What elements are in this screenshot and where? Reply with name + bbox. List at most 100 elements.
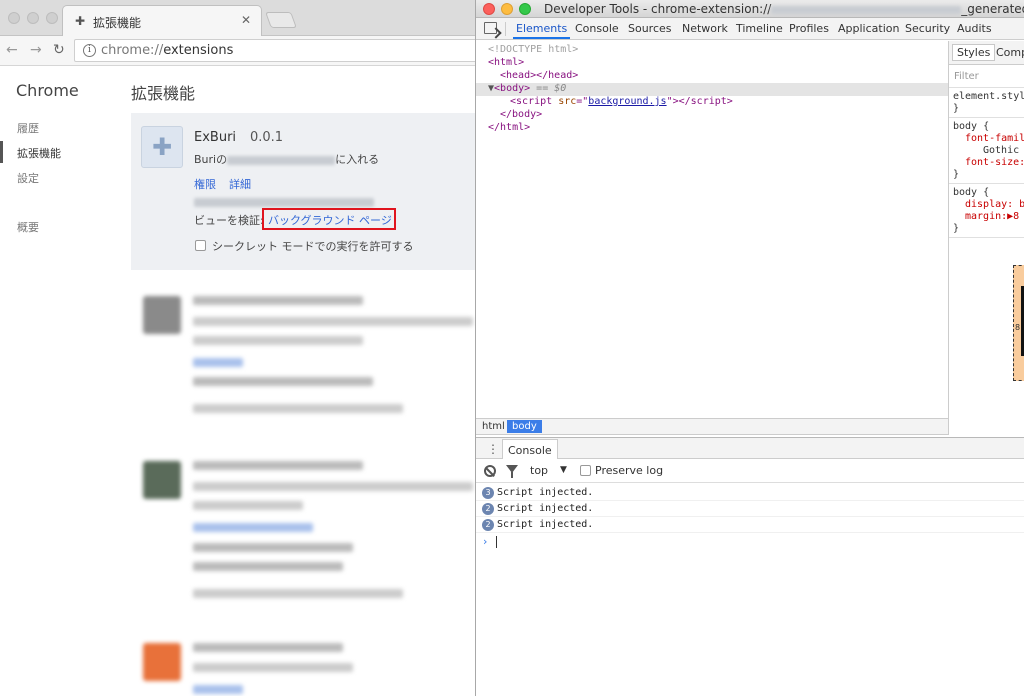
devtools-title: Developer Tools - chrome-extension://_ge…	[544, 2, 1024, 16]
tab-extensions[interactable]: ✚ 拡張機能 ✕	[62, 5, 262, 36]
blurred-extension-1	[131, 290, 475, 420]
sidebar-item-about[interactable]: 概要	[17, 219, 39, 235]
new-tab-button[interactable]	[265, 12, 297, 28]
css-property[interactable]: font-size:	[965, 157, 1024, 168]
info-icon[interactable]: i	[83, 44, 96, 57]
body-close-node: </body>	[500, 109, 543, 120]
extension-version: 0.0.1	[250, 130, 284, 145]
tab-console[interactable]: Console	[575, 22, 619, 35]
console-message: 2 Script injected.	[476, 517, 1024, 533]
text-caret	[496, 536, 497, 548]
back-arrow-icon[interactable]: ←	[6, 42, 18, 58]
box-model-diagram: 8	[1013, 265, 1024, 381]
repeat-count-badge: 3	[482, 487, 494, 499]
tab-strip: ✚ 拡張機能 ✕	[0, 0, 475, 36]
repeat-count-badge: 2	[482, 503, 494, 515]
repeat-count-badge: 2	[482, 519, 494, 531]
tab-network[interactable]: Network	[682, 22, 728, 35]
puzzle-icon: ✚	[141, 126, 183, 168]
divider	[505, 22, 506, 36]
url-text: chrome://extensions	[101, 43, 234, 58]
breadcrumb: html body	[476, 418, 948, 435]
console-message: 3 Script injected.	[476, 485, 1024, 501]
blurred-extension-2	[131, 455, 475, 605]
chevron-down-icon[interactable]: ▼	[560, 465, 567, 475]
minimize-window-button[interactable]	[501, 3, 513, 15]
styles-panel: Styles Comp Filter element.style } body …	[948, 41, 1024, 435]
preserve-log-checkbox[interactable]	[580, 465, 591, 476]
inspect-views-label: ビューを検証:	[194, 214, 264, 227]
breadcrumb-html[interactable]: html	[477, 420, 510, 433]
tab-profiles[interactable]: Profiles	[789, 22, 829, 35]
css-property[interactable]: font-famil	[965, 133, 1024, 144]
sidebar-active-indicator	[0, 141, 3, 163]
styles-filter-input[interactable]: Filter	[954, 71, 979, 82]
background-js-link[interactable]: background.js	[588, 96, 666, 107]
permissions-link[interactable]: 権限	[194, 176, 216, 192]
sidebar-item-settings[interactable]: 設定	[17, 170, 39, 186]
more-options-icon[interactable]: ⋮	[487, 442, 499, 456]
blurred-extension-3	[131, 637, 475, 696]
chrome-window: ✚ 拡張機能 ✕ ← → ↻ i chrome://extensions Chr…	[0, 0, 475, 696]
tab-security[interactable]: Security	[905, 22, 950, 35]
script-node[interactable]: <script src="background.js"></script>	[510, 96, 733, 107]
doctype-node[interactable]: <!DOCTYPE html>	[488, 44, 578, 55]
page-title: 拡張機能	[131, 84, 196, 103]
console-message-text: Script injected.	[497, 503, 594, 514]
console-input[interactable]: ›	[476, 534, 1024, 550]
tab-title: 拡張機能	[93, 16, 142, 30]
forward-arrow-icon[interactable]: →	[30, 42, 42, 58]
css-property[interactable]: display: b	[965, 199, 1024, 210]
drawer-tabbar: ⋮ Console	[476, 437, 1024, 460]
tab-elements[interactable]: Elements	[516, 22, 567, 35]
css-value[interactable]: Gothic	[983, 145, 1019, 156]
zoom-window-button[interactable]	[519, 3, 531, 15]
tab-application[interactable]: Application	[838, 22, 899, 35]
prompt-chevron-icon: ›	[483, 535, 488, 548]
close-window-button[interactable]	[8, 12, 20, 24]
background-page-link[interactable]: バックグラウンド ページ	[268, 212, 392, 228]
body-rule-selector: body {	[953, 121, 990, 132]
head-node[interactable]: <head></head>	[500, 70, 578, 81]
browser-toolbar: ← → ↻ i chrome://extensions	[0, 36, 475, 66]
console-toolbar: top ▼ Preserve log	[476, 459, 1024, 483]
styles-tabbar: Styles Comp	[949, 41, 1024, 65]
extension-id-redacted	[194, 195, 374, 209]
console-message-text: Script injected.	[497, 487, 594, 498]
close-window-button[interactable]	[483, 3, 495, 15]
body-rule-selector: body {	[953, 187, 990, 198]
puzzle-icon: ✚	[75, 14, 86, 28]
tab-computed[interactable]: Comp	[996, 46, 1024, 59]
console-message: 2 Script injected.	[476, 501, 1024, 517]
incognito-checkbox[interactable]	[195, 240, 206, 251]
body-node[interactable]: ▼<body> == $0	[488, 83, 566, 94]
breadcrumb-body[interactable]: body	[507, 420, 542, 433]
sidebar-item-extensions[interactable]: 拡張機能	[17, 145, 61, 161]
details-link[interactable]: 詳細	[229, 176, 251, 192]
sidebar-item-history[interactable]: 履歴	[17, 120, 39, 136]
minimize-window-button[interactable]	[27, 12, 39, 24]
html-node[interactable]: <html>	[488, 57, 524, 68]
tab-console-drawer[interactable]: Console	[502, 439, 558, 460]
tab-styles[interactable]: Styles	[952, 44, 996, 61]
sidebar-title: Chrome	[16, 81, 79, 100]
element-style-rule[interactable]: element.style	[953, 91, 1024, 102]
elements-tree: <!DOCTYPE html> <html> <head></head> ▼<b…	[476, 41, 948, 418]
close-tab-icon[interactable]: ✕	[241, 13, 251, 27]
css-property[interactable]: margin:▶8	[965, 211, 1019, 222]
reload-icon[interactable]: ↻	[53, 42, 65, 58]
address-bar[interactable]: i chrome://extensions	[74, 39, 475, 62]
context-select[interactable]: top	[530, 464, 548, 477]
devtools-window: Developer Tools - chrome-extension://_ge…	[475, 0, 1024, 696]
clear-console-icon[interactable]	[484, 465, 496, 477]
filter-icon[interactable]	[506, 465, 518, 478]
redacted-text	[227, 155, 336, 165]
tab-audits[interactable]: Audits	[957, 22, 992, 35]
html-close-node: </html>	[488, 122, 531, 133]
incognito-label: シークレット モードでの実行を許可する	[212, 240, 414, 253]
tab-timeline[interactable]: Timeline	[736, 22, 783, 35]
zoom-window-button[interactable]	[46, 12, 58, 24]
inspect-element-icon[interactable]	[484, 22, 497, 34]
tab-sources[interactable]: Sources	[628, 22, 672, 35]
screen: ✚ 拡張機能 ✕ ← → ↻ i chrome://extensions Chr…	[0, 0, 1024, 696]
